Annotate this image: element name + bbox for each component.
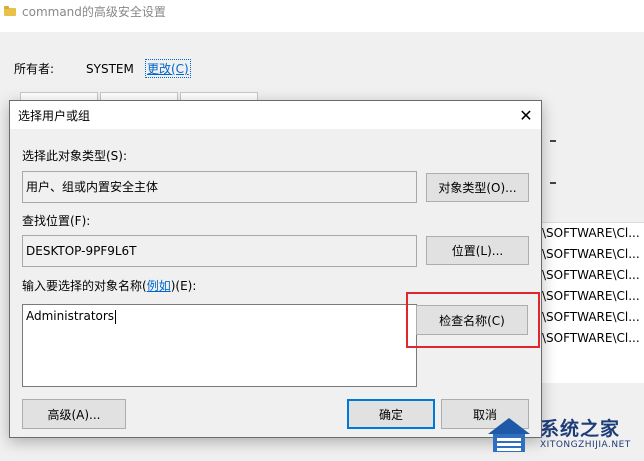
list-item[interactable]: \SOFTWARE\Cl... — [536, 286, 644, 307]
object-names-label: 输入要选择的对象名称(例如)(E): — [22, 279, 197, 293]
list-item[interactable]: \SOFTWARE\Cl... — [536, 265, 644, 286]
watermark-subtitle: XITONGZHIJIA.NET — [540, 440, 631, 450]
owner-label: 所有者: — [14, 62, 55, 76]
background-tick — [550, 140, 556, 142]
owner-row: 所有者: SYSTEM 更改(C) — [14, 59, 191, 78]
list-item[interactable]: \SOFTWARE\Cl... — [536, 307, 644, 328]
ok-button[interactable]: 确定 — [347, 399, 435, 429]
list-item[interactable]: \SOFTWARE\Cl... — [536, 244, 644, 265]
examples-link[interactable]: 例如 — [147, 279, 171, 293]
background-window-titlebar: command的高级安全设置 — [0, 0, 644, 22]
background-tick — [550, 182, 556, 184]
object-type-label: 选择此对象类型(S): — [22, 149, 128, 163]
location-label: 查找位置(F): — [22, 214, 91, 228]
permission-entries-list: \SOFTWARE\Cl... \SOFTWARE\Cl... \SOFTWAR… — [536, 222, 644, 383]
object-types-button[interactable]: 对象类型(O)... — [426, 173, 529, 202]
watermark: 系统之家 XITONGZHIJIA.NET — [478, 410, 644, 461]
house-logo-icon — [488, 418, 530, 452]
object-type-field: 用户、组或内置安全主体 — [22, 171, 417, 203]
object-names-input[interactable]: Administrators — [22, 304, 417, 387]
background-window-title: command的高级安全设置 — [22, 4, 166, 19]
owner-change-link[interactable]: 更改(C) — [145, 59, 191, 78]
close-icon[interactable]: ✕ — [511, 101, 541, 129]
list-item[interactable]: \SOFTWARE\Cl... — [536, 328, 644, 349]
dialog-titlebar: 选择用户或组 ✕ — [10, 101, 541, 129]
watermark-title: 系统之家 — [540, 418, 621, 440]
list-item[interactable]: \SOFTWARE\Cl... — [536, 223, 644, 244]
owner-value: SYSTEM — [86, 61, 134, 76]
folder-icon — [4, 6, 16, 16]
dialog-title: 选择用户或组 — [18, 109, 91, 123]
location-field: DESKTOP-9PF9L6T — [22, 235, 417, 267]
advanced-button[interactable]: 高级(A)... — [22, 399, 126, 429]
locations-button[interactable]: 位置(L)... — [426, 236, 529, 265]
highlight-annotation-box — [406, 292, 540, 348]
select-users-dialog: 选择用户或组 ✕ 选择此对象类型(S): 用户、组或内置安全主体 对象类型(O)… — [9, 100, 542, 438]
